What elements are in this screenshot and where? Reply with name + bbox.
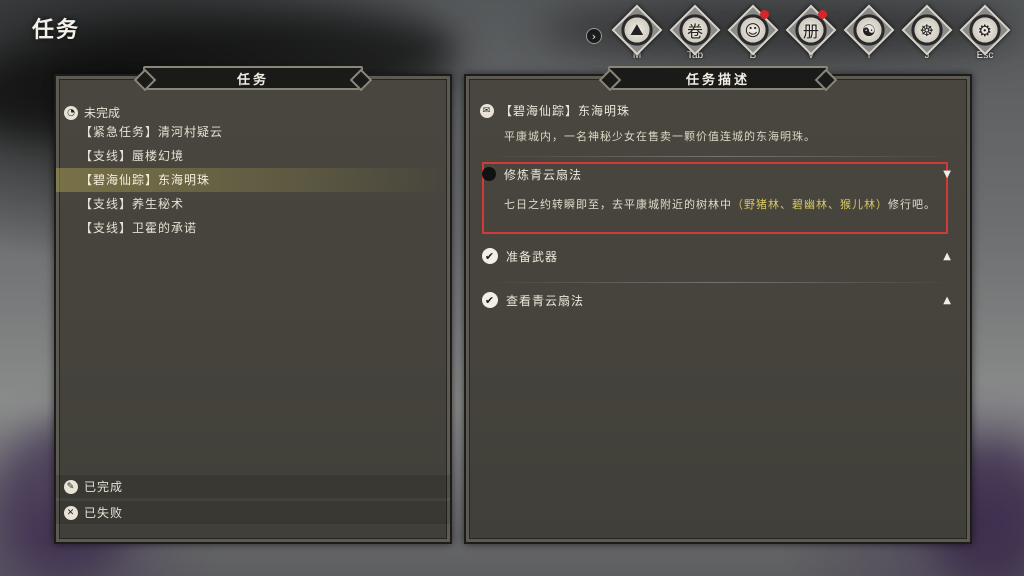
objective-row[interactable]: ✔ 准备武器 ▲ [482, 244, 958, 268]
objective-detail: 七日之约转瞬即至，去平康城附近的树林中（野猪林、碧幽林、猴儿林）修行吧。 [504, 196, 944, 214]
quest-item[interactable]: 【支线】卫霍的承诺 [56, 216, 450, 240]
failed-scroll-icon: ✕ [64, 505, 78, 520]
quest-list-header: 任务 [143, 66, 363, 90]
page-title: 任务 [32, 18, 81, 43]
check-icon: ✔ [482, 248, 498, 264]
incomplete-icon: ◔ [64, 105, 78, 120]
quest-detail-header: 任务描述 [608, 66, 828, 90]
quest-title: ✉ 【碧海仙踪】东海明珠 [480, 102, 630, 119]
objective-detail-text: 七日之约转瞬即至，去平康城附近的树林中 [504, 198, 732, 211]
quest-title-text: 【碧海仙踪】东海明珠 [500, 104, 631, 118]
collapse-caret-icon[interactable]: ▼ [943, 169, 952, 180]
expand-caret-icon[interactable]: ▲ [943, 295, 952, 306]
objective-location-highlight: （野猪林、碧幽林、猴儿林） [732, 198, 888, 211]
toolbar-button-meditation[interactable]: ☸ J [898, 4, 956, 64]
character-icon: ☺ [727, 4, 779, 56]
toolbar-button-character[interactable]: ☺ B [724, 4, 782, 64]
section-completed[interactable]: ✎ 已完成 [56, 474, 450, 498]
expand-caret-icon[interactable]: ▲ [943, 251, 952, 262]
quest-item[interactable]: 【紧急任务】清河村疑云 [56, 120, 450, 144]
completed-scroll-icon: ✎ [64, 479, 78, 494]
divider [482, 156, 958, 157]
objective-detail-text-end: 修行吧。 [888, 198, 936, 211]
meditation-icon: ☸ [901, 4, 953, 56]
notification-badge [818, 10, 827, 19]
toolbar-button-map[interactable]: ⛰ M [608, 4, 666, 64]
objective-row[interactable]: ✔ 查看青云扇法 ▲ [482, 288, 958, 312]
map-icon: ⛰ [611, 4, 663, 56]
section-failed[interactable]: ✕ 已失败 [56, 500, 450, 524]
quest-description: 平康城内，一名神秘少女在售卖一颗价值连城的东海明珠。 [504, 130, 816, 143]
notification-badge [760, 10, 769, 19]
section-incomplete-label: 未完成 [84, 106, 121, 120]
objective-pending-icon [482, 167, 496, 181]
quest-item-selected[interactable]: 【碧海仙踪】东海明珠 [56, 168, 450, 192]
toolbar-button-book[interactable]: 册 V [782, 4, 840, 64]
toolbar-button-settings[interactable]: ⚙ Esc [956, 4, 1014, 64]
skill-icon: ☯ [843, 4, 895, 56]
book-icon: 册 [785, 4, 837, 56]
objective-label: 修炼青云扇法 [504, 167, 583, 182]
quest-item[interactable]: 【支线】养生秘术 [56, 192, 450, 216]
objective-row[interactable]: 修炼青云扇法 ▼ [482, 162, 958, 186]
objective-label: 准备武器 [506, 249, 559, 264]
quest-item[interactable]: 【支线】蜃楼幻境 [56, 144, 450, 168]
section-failed-label: 已失败 [84, 506, 124, 520]
quest-scroll-icon: ✉ [480, 103, 494, 118]
section-completed-label: 已完成 [84, 480, 124, 494]
quest-detail-panel: 任务描述 ✉ 【碧海仙踪】东海明珠 平康城内，一名神秘少女在售卖一颗价值连城的东… [464, 66, 972, 544]
scroll-icon: 卷 [669, 4, 721, 56]
toolbar: › ⛰ M 卷 Tab ☺ B 册 V ☯ T ☸ J ⚙ Esc [586, 4, 1014, 64]
section-incomplete[interactable]: ◔ 未完成 [64, 104, 120, 121]
divider [482, 282, 958, 283]
objective-label: 查看青云扇法 [506, 293, 585, 308]
toolbar-arrow-icon[interactable]: › [586, 28, 602, 44]
toolbar-button-skill[interactable]: ☯ T [840, 4, 898, 64]
settings-icon: ⚙ [959, 4, 1011, 56]
check-icon: ✔ [482, 292, 498, 308]
toolbar-button-scroll[interactable]: 卷 Tab [666, 4, 724, 64]
quest-list-panel: 任务 ◔ 未完成 【紧急任务】清河村疑云 【支线】蜃楼幻境 【碧海仙踪】东海明珠… [54, 66, 452, 544]
quest-list: 【紧急任务】清河村疑云 【支线】蜃楼幻境 【碧海仙踪】东海明珠 【支线】养生秘术… [56, 120, 450, 240]
